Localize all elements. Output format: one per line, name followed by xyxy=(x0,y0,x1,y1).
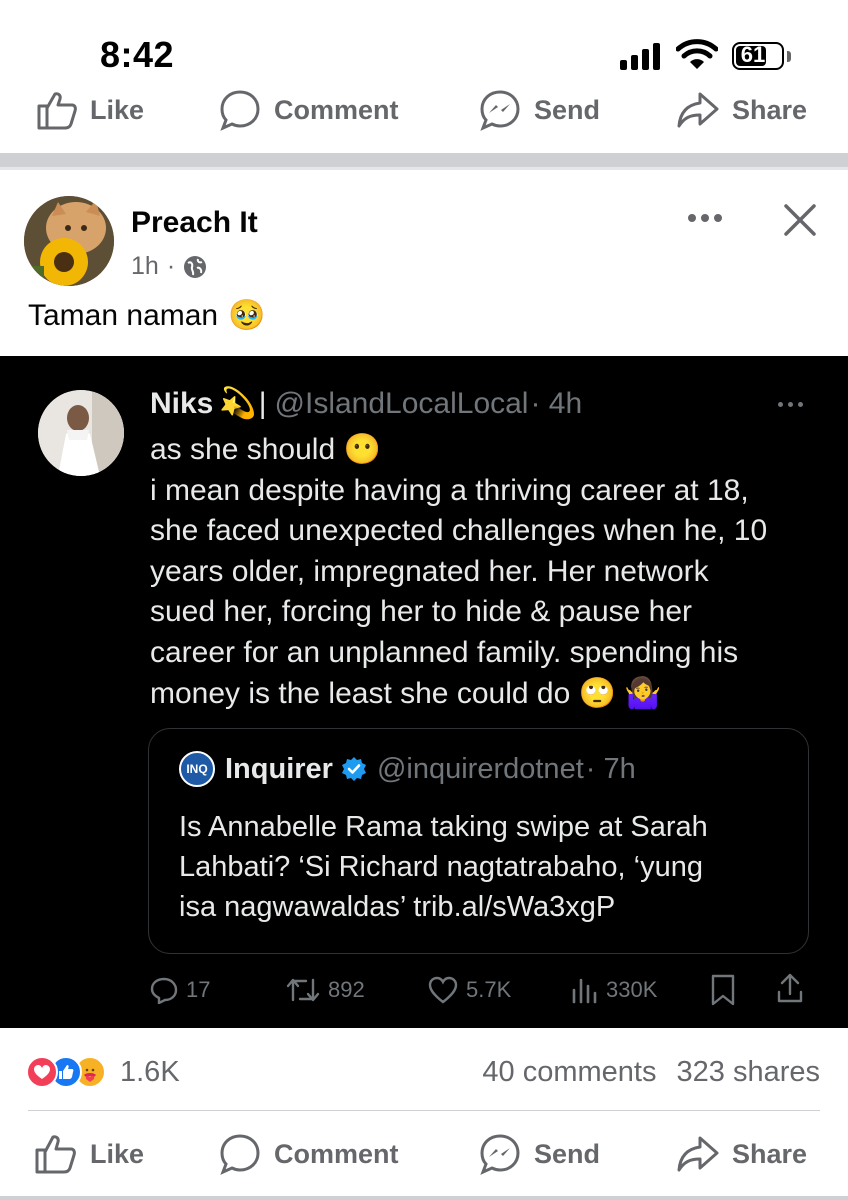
heart-icon xyxy=(428,976,458,1004)
tweet-author-name: Niks xyxy=(150,386,214,420)
tweet-replies: 17 xyxy=(150,970,210,1010)
share-icon xyxy=(677,1136,719,1172)
comment-label: Comment xyxy=(274,1138,399,1169)
quoted-tweet: INQ Inquirer @inquirerdotnet · 7h Is Ann… xyxy=(148,728,809,954)
send-button[interactable]: Send xyxy=(478,1124,600,1184)
share-button[interactable]: Share xyxy=(676,1124,807,1184)
quoted-line: isa nagwawaldas’ trib.al/sWa3xgP xyxy=(179,891,616,923)
no-mouth-emoji: 😶 xyxy=(343,433,381,466)
tweet-header: Niks 💫 | @IslandLocalLocal · 4h xyxy=(150,386,582,421)
inquirer-logo: INQ xyxy=(179,751,215,787)
share-label: Share xyxy=(732,1138,808,1169)
like-button[interactable]: Like xyxy=(36,80,144,140)
comment-button[interactable]: Comment xyxy=(218,1124,399,1184)
post-options-button[interactable] xyxy=(682,200,728,236)
page-name[interactable]: Preach It xyxy=(131,206,258,240)
status-bar: 8:42 61 xyxy=(0,0,848,90)
send-label: Send xyxy=(534,94,601,125)
like-count: 5.7K xyxy=(466,977,512,1002)
comment-label: Comment xyxy=(274,94,399,125)
tweet-views: 330K xyxy=(570,970,657,1010)
bottom-divider xyxy=(0,1196,848,1200)
reaction-count: 1.6K xyxy=(120,1055,180,1088)
retweet-count: 892 xyxy=(328,977,365,1002)
battery-level: 61 xyxy=(740,42,766,67)
tweet-time: · 4h xyxy=(530,386,583,420)
tweet-likes: 5.7K xyxy=(428,970,511,1010)
close-icon[interactable] xyxy=(778,198,822,242)
thumbs-up-icon xyxy=(35,1135,76,1174)
send-label: Send xyxy=(534,1138,601,1169)
comment-icon xyxy=(220,90,260,131)
like-label: Like xyxy=(90,1138,145,1169)
tweet-line: as she should 😶 xyxy=(150,433,381,466)
tweet-handle: @IslandLocalLocal xyxy=(274,386,529,420)
tweet-line: career for an unplanned family. spending… xyxy=(150,635,739,669)
quoted-line: Lahbati? ‘Si Richard nagtatrabaho, ‘yung xyxy=(179,851,703,883)
tweet-more-icon xyxy=(778,402,803,407)
messenger-icon xyxy=(480,90,520,131)
name-separator: | xyxy=(258,386,267,420)
comments-count-link[interactable]: 40 comments xyxy=(482,1056,656,1089)
meta-separator: · xyxy=(166,252,176,280)
reactions-summary[interactable]: 1.6K xyxy=(26,1052,180,1092)
share-label: Share xyxy=(732,94,808,125)
summary-divider xyxy=(28,1110,820,1111)
views-chart-icon xyxy=(572,978,597,1004)
tweet-retweets: 892 xyxy=(286,970,365,1010)
comment-button[interactable]: Comment xyxy=(218,80,399,140)
tweet-line: she faced unexpected challenges when he,… xyxy=(150,514,768,548)
previous-post-action-bar: Like Comment Send Share xyxy=(0,80,848,142)
feed-divider xyxy=(0,153,848,170)
tweet-text: as she should 😶 i mean despite having a … xyxy=(150,430,820,714)
dizzy-emoji: 💫 xyxy=(219,387,257,420)
verified-badge-icon xyxy=(341,757,366,781)
share-button[interactable]: Share xyxy=(676,80,807,140)
like-button[interactable]: Like xyxy=(34,1124,144,1184)
quoted-line: Is Annabelle Rama taking swipe at Sarah xyxy=(179,811,708,843)
quoted-author-name: Inquirer xyxy=(225,752,333,785)
comment-icon xyxy=(220,1134,260,1175)
reply-icon xyxy=(150,977,178,1004)
post-meta: 1h · xyxy=(131,252,207,281)
retweet-icon xyxy=(286,978,320,1002)
messenger-icon xyxy=(480,1134,520,1175)
more-dot-icon xyxy=(688,214,696,222)
like-label: Like xyxy=(90,94,145,125)
quoted-text: Is Annabelle Rama taking swipe at Sarah … xyxy=(179,807,789,927)
bookmark-icon xyxy=(711,974,735,1006)
love-reaction-icon xyxy=(26,1056,58,1088)
battery-icon: 61 xyxy=(732,42,784,70)
post-time[interactable]: 1h xyxy=(131,252,159,281)
post-caption: Taman naman 🥹 xyxy=(28,298,265,333)
cellular-signal-icon xyxy=(620,42,664,70)
tweet-line: years older, impregnated her. Her networ… xyxy=(150,554,709,588)
page-avatar[interactable] xyxy=(24,196,114,286)
send-button[interactable]: Send xyxy=(478,80,600,140)
thumbs-up-icon xyxy=(37,92,77,130)
status-time: 8:42 xyxy=(100,34,175,75)
share-icon xyxy=(677,92,719,128)
caption-text: Taman naman xyxy=(28,298,219,332)
tweet-line: sued her, forcing her to hide & pause he… xyxy=(150,595,693,629)
shares-count-link[interactable]: 323 shares xyxy=(677,1056,821,1089)
tweet-line: money is the least she could do 🙄 🤷‍♀️ xyxy=(150,676,662,710)
eye-roll-shrug-emoji: 🙄 🤷‍♀️ xyxy=(578,676,662,710)
wifi-icon xyxy=(676,39,718,69)
upload-share-icon xyxy=(777,973,803,1003)
tweet-avatar xyxy=(38,390,124,476)
view-count: 330K xyxy=(606,977,658,1002)
globe-icon xyxy=(184,255,207,278)
quoted-tweet-header: INQ Inquirer @inquirerdotnet · 7h xyxy=(179,751,636,787)
quoted-time: · 7h xyxy=(585,752,636,785)
reply-count: 17 xyxy=(186,977,211,1002)
post-action-bar: Like Comment Send Share xyxy=(0,1124,848,1184)
pleading-face-emoji: 🥹 xyxy=(228,299,266,332)
engagement-summary: 40 comments 323 shares xyxy=(482,1052,820,1092)
quoted-handle: @inquirerdotnet xyxy=(376,752,584,785)
tweet-screenshot[interactable]: Niks 💫 | @IslandLocalLocal · 4h as she s… xyxy=(0,356,848,1028)
cat-sunflower-image xyxy=(24,196,114,286)
tweet-line: i mean despite having a thriving career … xyxy=(150,473,749,507)
tweet-actions: 17 892 5.7K 330K xyxy=(0,970,848,1010)
